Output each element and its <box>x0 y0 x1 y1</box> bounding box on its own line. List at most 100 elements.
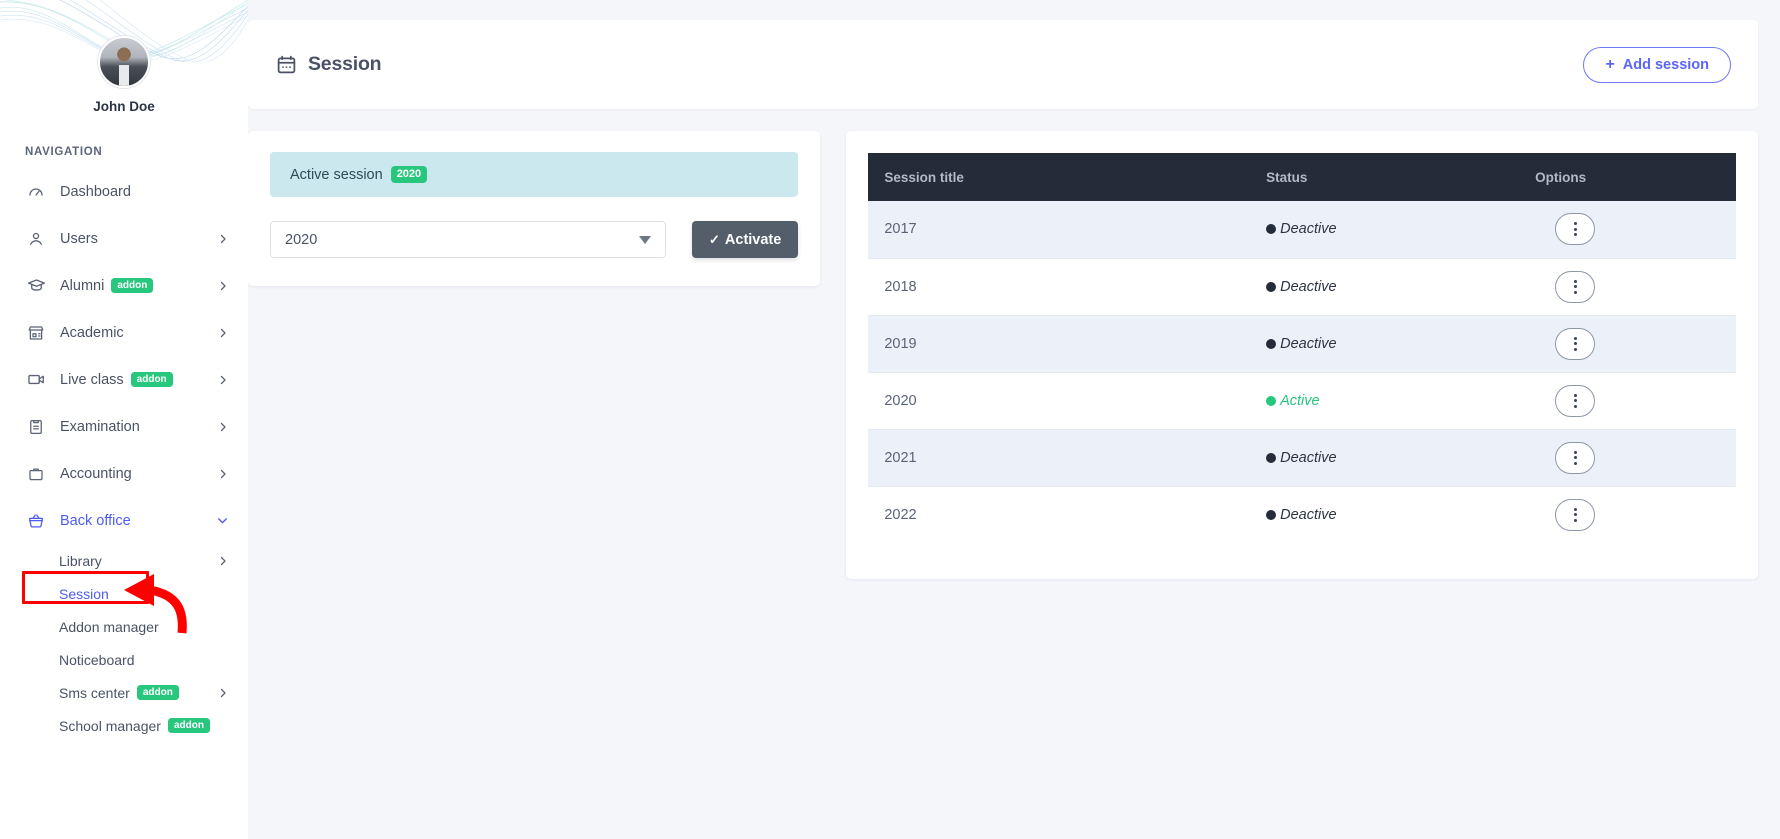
kebab-menu-icon[interactable] <box>1555 385 1595 417</box>
table-row: 2017 Deactive <box>868 201 1736 258</box>
sidebar-item-label: Alumni <box>60 278 104 294</box>
sidebar-item-examination[interactable]: Examination <box>0 403 248 450</box>
chevron-right-icon <box>217 468 229 480</box>
app-root: John Doe NAVIGATION Dashboard Users <box>0 0 1780 839</box>
cell-session-title: 2020 <box>868 372 1250 429</box>
clipboard-icon <box>25 416 47 438</box>
cell-options <box>1519 315 1736 372</box>
avatar <box>98 36 150 88</box>
chevron-down-icon <box>216 514 229 527</box>
kebab-menu-icon[interactable] <box>1555 213 1595 245</box>
sidebar-subitem-label: Addon manager <box>59 619 159 635</box>
cell-session-title: 2018 <box>868 258 1250 315</box>
sidebar-subitem-school-manager[interactable]: School manager addon <box>0 709 248 742</box>
sessions-table: Session title Status Options 2017 Deactiv… <box>868 153 1736 543</box>
session-select[interactable]: 2020 <box>270 221 666 258</box>
video-camera-icon <box>25 369 47 391</box>
column-options: Options <box>1519 153 1736 201</box>
sidebar-item-alumni[interactable]: Alumni addon <box>0 262 248 309</box>
status-label: Deactive <box>1280 450 1336 466</box>
user-icon <box>25 228 47 250</box>
cell-session-title: 2017 <box>868 201 1250 258</box>
status-label: Deactive <box>1280 279 1336 295</box>
addon-badge: addon <box>137 685 179 700</box>
status-badge: Active <box>1266 393 1519 409</box>
sidebar-item-users[interactable]: Users <box>0 215 248 262</box>
briefcase-icon <box>25 463 47 485</box>
session-select-value: 2020 <box>285 232 317 248</box>
speedometer-icon <box>25 181 47 203</box>
navigation-heading: NAVIGATION <box>25 146 248 158</box>
sidebar-item-dashboard[interactable]: Dashboard <box>0 168 248 215</box>
cell-status: Deactive <box>1250 315 1519 372</box>
main-content: Session + Add session Active session 202… <box>248 0 1780 839</box>
status-badge: Deactive <box>1266 450 1519 466</box>
cell-options <box>1519 201 1736 258</box>
sidebar-subitem-label: Sms center <box>59 685 130 701</box>
activate-button[interactable]: ✓ Activate <box>692 221 798 258</box>
chevron-right-icon <box>217 374 229 386</box>
add-session-button[interactable]: + Add session <box>1583 47 1731 83</box>
table-head: Session title Status Options <box>868 153 1736 201</box>
chevron-right-icon <box>217 233 229 245</box>
kebab-menu-icon[interactable] <box>1555 328 1595 360</box>
column-session-title: Session title <box>868 153 1250 201</box>
sidebar-subitem-addon-manager[interactable]: Addon manager <box>0 610 248 643</box>
status-dot-icon <box>1266 453 1276 463</box>
kebab-menu-icon[interactable] <box>1555 499 1595 531</box>
page-header: Session + Add session <box>248 20 1758 109</box>
status-dot-icon <box>1266 282 1276 292</box>
sidebar-subitem-session[interactable]: Session <box>0 577 248 610</box>
active-session-card: Active session 2020 2020 ✓ Activate <box>248 131 820 286</box>
chevron-right-icon <box>217 687 229 699</box>
status-dot-icon <box>1266 339 1276 349</box>
status-label: Deactive <box>1280 336 1336 352</box>
sidebar-subitem-library[interactable]: Library <box>0 544 248 577</box>
cell-session-title: 2021 <box>868 429 1250 486</box>
sidebar-item-label: Accounting <box>60 466 132 482</box>
kebab-menu-icon[interactable] <box>1555 271 1595 303</box>
active-session-banner: Active session 2020 <box>270 152 798 197</box>
plus-icon: + <box>1605 57 1614 73</box>
cell-options <box>1519 429 1736 486</box>
cell-status: Deactive <box>1250 429 1519 486</box>
sidebar-item-label: Live class <box>60 372 124 388</box>
chevron-right-icon <box>217 280 229 292</box>
table-row: 2018 Deactive <box>868 258 1736 315</box>
cell-status: Active <box>1250 372 1519 429</box>
calendar-icon <box>276 54 297 75</box>
cell-status: Deactive <box>1250 486 1519 543</box>
kebab-menu-icon[interactable] <box>1555 442 1595 474</box>
sidebar-subitem-label: Session <box>59 586 109 602</box>
content-row: Active session 2020 2020 ✓ Activate <box>248 131 1758 579</box>
status-label: Deactive <box>1280 507 1336 523</box>
table-body: 2017 Deactive 2018 Deactive 2019 Deactive 2020… <box>868 201 1736 543</box>
active-session-year-badge: 2020 <box>391 166 427 183</box>
cell-options <box>1519 486 1736 543</box>
status-badge: Deactive <box>1266 507 1519 523</box>
column-status: Status <box>1250 153 1519 201</box>
cell-options <box>1519 258 1736 315</box>
table-row: 2019 Deactive <box>868 315 1736 372</box>
sidebar-subitem-noticeboard[interactable]: Noticeboard <box>0 643 248 676</box>
status-label: Deactive <box>1280 221 1336 237</box>
chevron-down-icon <box>639 236 651 244</box>
sidebar-subitem-sms-center[interactable]: Sms center addon <box>0 676 248 709</box>
cell-options <box>1519 372 1736 429</box>
status-dot-icon <box>1266 510 1276 520</box>
sidebar-item-academic[interactable]: Academic <box>0 309 248 356</box>
profile-block: John Doe <box>0 0 248 114</box>
check-icon: ✓ <box>709 232 720 248</box>
sidebar-item-back-office[interactable]: Back office <box>0 497 248 544</box>
sidebar-subitem-label: Library <box>59 553 102 569</box>
cell-session-title: 2019 <box>868 315 1250 372</box>
activate-label: Activate <box>725 232 781 248</box>
sidebar-item-accounting[interactable]: Accounting <box>0 450 248 497</box>
sidebar-item-live-class[interactable]: Live class addon <box>0 356 248 403</box>
addon-badge: addon <box>131 372 173 387</box>
sessions-table-card: Session title Status Options 2017 Deactiv… <box>846 131 1758 579</box>
sidebar-item-label: Dashboard <box>60 184 131 200</box>
table-row: 2022Deactive <box>868 486 1736 543</box>
cell-status: Deactive <box>1250 258 1519 315</box>
basket-icon <box>25 510 47 532</box>
